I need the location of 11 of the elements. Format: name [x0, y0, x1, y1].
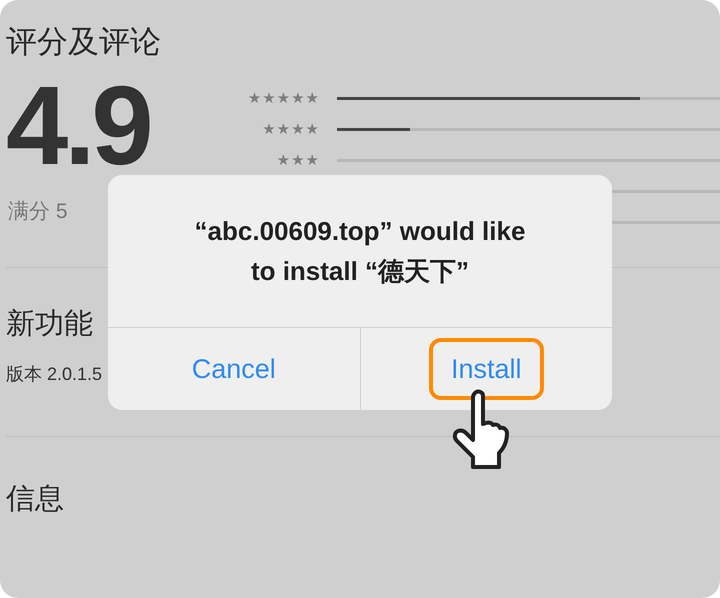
star-label: ★★★	[276, 152, 320, 169]
dialog-message: “abc.00609.top” would like to install “德天下”	[194, 215, 526, 288]
version-text: 版本 2.0.1.5	[6, 363, 102, 386]
section-title: 评分及评论	[6, 23, 162, 61]
dialog-button[interactable]: Cancel	[170, 338, 298, 400]
section-title: 新功能	[6, 307, 94, 342]
star-label: ★★★★	[262, 121, 320, 138]
star-label: ★★★★★	[248, 90, 320, 107]
rating-score: 4.9	[6, 76, 151, 176]
rating-caption: 满分 5	[8, 199, 69, 225]
section-title: 信息	[6, 482, 65, 517]
